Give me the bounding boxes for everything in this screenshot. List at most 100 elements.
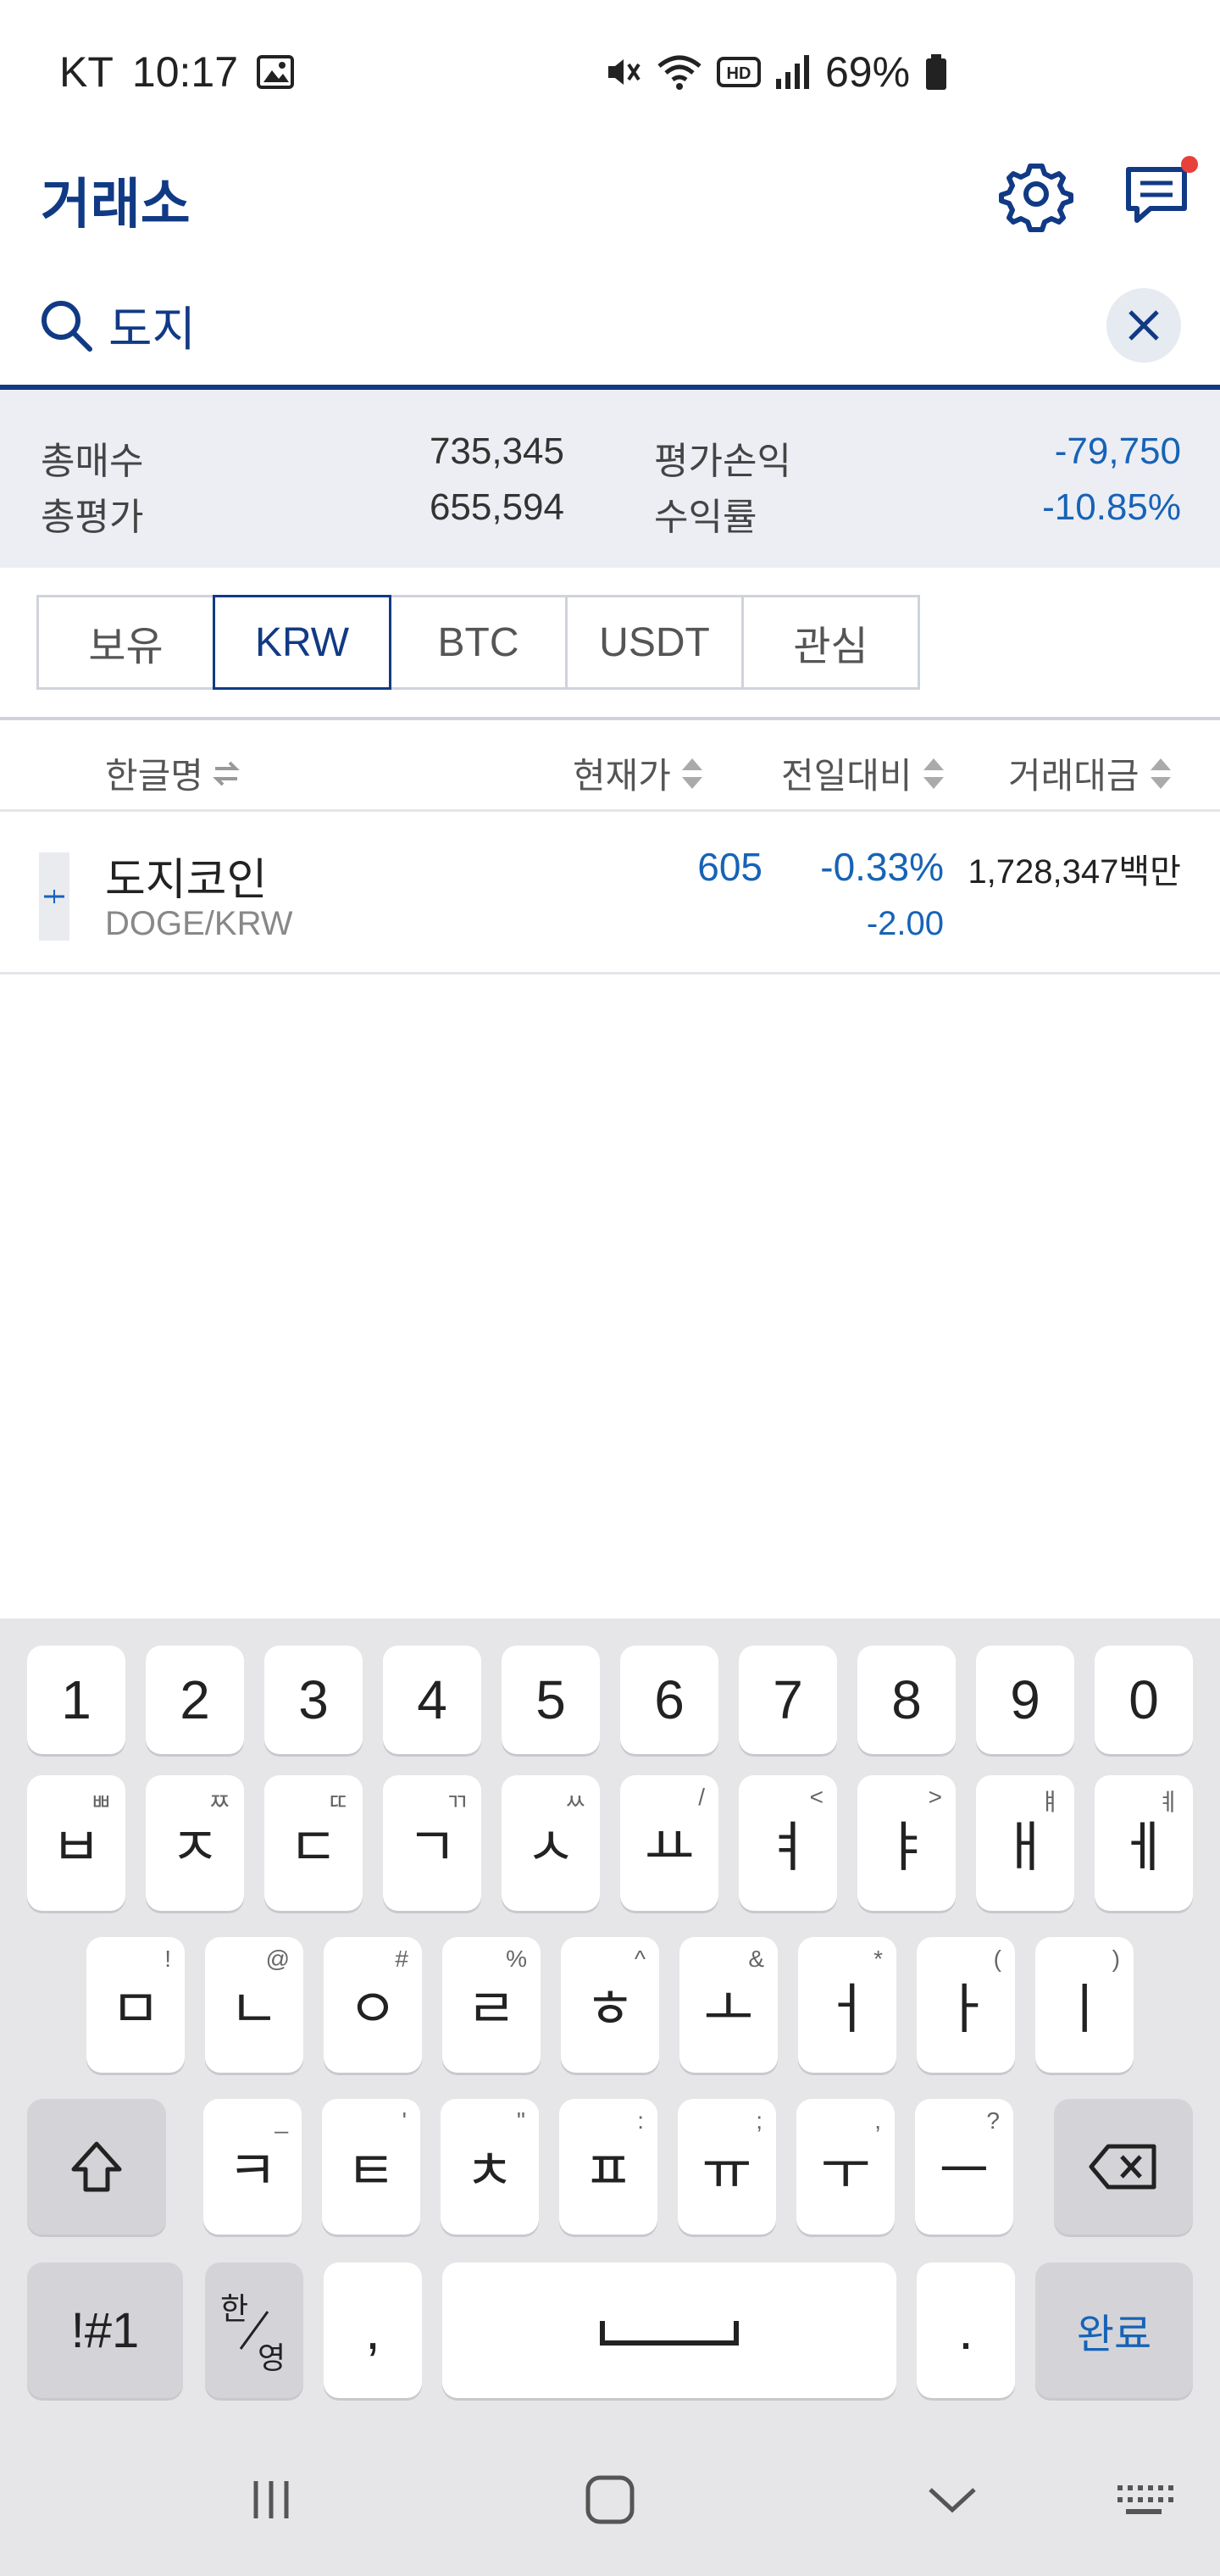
candle-icon <box>44 890 64 903</box>
key-label: 0 <box>1128 1669 1159 1730</box>
settings-button[interactable] <box>998 156 1074 232</box>
key-sublabel: > <box>928 1784 942 1810</box>
keyboard-icon <box>1117 2485 1173 2514</box>
key-sublabel: < <box>809 1784 824 1810</box>
key-sublabel: ' <box>402 2107 407 2134</box>
search-input[interactable] <box>108 291 1040 359</box>
letter-key[interactable]: ㅁ! <box>86 1937 185 2073</box>
letter-key[interactable]: ㅋ _ <box>203 2099 302 2235</box>
letter-key[interactable]: ㅌ ' <box>322 2099 420 2235</box>
letter-key[interactable]: ㅑ > <box>857 1775 956 1911</box>
sort-by-change[interactable]: 전일대비 <box>781 747 946 799</box>
key-label: ㅊ <box>464 2140 515 2201</box>
signal-icon <box>776 55 809 89</box>
letter-key[interactable]: ㅔㅖ <box>1095 1775 1193 1911</box>
backspace-key[interactable] <box>1054 2099 1193 2235</box>
pnl-label: 평가손익 <box>654 441 791 482</box>
home-button[interactable] <box>568 2457 652 2542</box>
letter-key[interactable]: ㅂㅃ <box>27 1775 125 1911</box>
return-label: 수익률 <box>654 497 757 538</box>
sort-by-name[interactable]: 한글명 <box>105 747 241 799</box>
clock: 10:17 <box>131 48 239 96</box>
key-sublabel: ^ <box>634 1946 646 1972</box>
letter-key[interactable]: ㅛ / <box>620 1775 718 1911</box>
letter-key[interactable]: ㅏ( <box>917 1937 1015 2073</box>
tab-btc[interactable]: BTC <box>389 595 568 690</box>
space-key[interactable] <box>442 2262 896 2398</box>
sort-by-volume[interactable]: 거래대금 <box>1008 747 1173 799</box>
key-sublabel: # <box>395 1946 408 1972</box>
language-key[interactable]: 한 영 <box>205 2262 303 2398</box>
letter-key[interactable]: ㅈㅉ <box>146 1775 244 1911</box>
letter-key[interactable]: ㄴ @ <box>205 1937 303 2073</box>
key-sublabel: " <box>517 2107 525 2134</box>
number-key[interactable]: 4 <box>383 1646 481 1754</box>
key-sublabel: ㄲ <box>446 1789 468 1815</box>
search-icon <box>42 301 92 352</box>
table-row[interactable]: 도지코인 DOGE/KRW 605 -0.33% -2.00 1,728,347… <box>0 813 1220 974</box>
number-key[interactable]: 8 <box>857 1646 956 1754</box>
recent-apps-button[interactable] <box>229 2457 313 2542</box>
number-key[interactable]: 3 <box>264 1646 363 1754</box>
key-label: 5 <box>535 1669 566 1730</box>
number-key[interactable]: 2 <box>146 1646 244 1754</box>
key-sublabel: ㅒ <box>1039 1789 1061 1815</box>
key-sublabel: ? <box>986 2107 1000 2134</box>
hide-keyboard-button[interactable] <box>910 2457 995 2542</box>
key-label: ㅜ <box>820 2140 871 2201</box>
key-sublabel: ㅖ <box>1157 1789 1179 1815</box>
number-key[interactable]: 9 <box>976 1646 1074 1754</box>
chat-button[interactable] <box>1120 156 1198 232</box>
svg-text:HD: HD <box>727 64 751 83</box>
sort-icon <box>1150 758 1171 789</box>
clear-search-button[interactable] <box>1106 288 1181 363</box>
tab-usdt[interactable]: USDT <box>565 595 744 690</box>
tab-krw[interactable]: KRW <box>213 595 391 690</box>
key-label: 6 <box>654 1669 685 1730</box>
letter-key[interactable]: ㅕ < <box>739 1775 837 1911</box>
letter-key[interactable]: ㅎ ^ <box>561 1937 659 2073</box>
tab-holdings[interactable]: 보유 <box>36 595 215 690</box>
letter-key[interactable]: ㅅㅆ <box>502 1775 600 1911</box>
letter-key[interactable]: ㄱㄲ <box>383 1775 481 1911</box>
letter-key[interactable]: ㅍ: <box>559 2099 657 2235</box>
key-label: ㅑ <box>881 1817 932 1878</box>
letter-key[interactable]: ㅡ? <box>915 2099 1013 2235</box>
status-right: HD 69% <box>603 47 949 97</box>
number-key[interactable]: 5 <box>502 1646 600 1754</box>
summary-row-2: 총평가 655,594 수익률 -10.85% <box>0 486 1220 546</box>
number-key[interactable]: 1 <box>27 1646 125 1754</box>
key-label: 3 <box>298 1669 329 1730</box>
coin-pair: DOGE/KRW <box>105 905 293 942</box>
symbols-key[interactable]: !#1 <box>27 2262 183 2398</box>
key-label: 4 <box>417 1669 447 1730</box>
total-eval-label: 총평가 <box>41 497 144 538</box>
period-key[interactable]: . <box>917 2262 1015 2398</box>
mute-icon <box>608 59 640 85</box>
letter-key[interactable]: ㅣ) <box>1035 1937 1134 2073</box>
tab-favorites[interactable]: 관심 <box>741 595 920 690</box>
letter-key[interactable]: ㅜ, <box>796 2099 895 2235</box>
shift-key[interactable] <box>27 2099 166 2235</box>
table-header: 한글명 현재가 전일대비 거래대금 <box>0 720 1220 812</box>
key-label: ㅋ <box>227 2140 278 2201</box>
letter-key[interactable]: ㄹ% <box>442 1937 541 2073</box>
gear-icon <box>999 164 1073 232</box>
letter-key[interactable]: ㄷㄸ <box>264 1775 363 1911</box>
key-label: ㅇ <box>347 1979 398 2040</box>
letter-key[interactable]: ㅓ * <box>798 1937 896 2073</box>
letter-key[interactable]: ㅐㅒ <box>976 1775 1074 1911</box>
number-key[interactable]: 0 <box>1095 1646 1193 1754</box>
number-key[interactable]: 6 <box>620 1646 718 1754</box>
letter-key[interactable]: ㅠ; <box>678 2099 776 2235</box>
letter-key[interactable]: ㅗ & <box>679 1937 778 2073</box>
number-key[interactable]: 7 <box>739 1646 837 1754</box>
header-name: 한글명 <box>105 756 203 796</box>
letter-key[interactable]: ㅊ " <box>441 2099 539 2235</box>
letter-key[interactable]: ㅇ # <box>324 1937 422 2073</box>
backspace-icon <box>1089 2144 1156 2190</box>
sort-by-price[interactable]: 현재가 <box>573 747 705 799</box>
keyboard-switch-button[interactable] <box>1101 2457 1186 2542</box>
comma-key[interactable]: , <box>324 2262 422 2398</box>
done-key[interactable]: 완료 <box>1035 2262 1193 2398</box>
